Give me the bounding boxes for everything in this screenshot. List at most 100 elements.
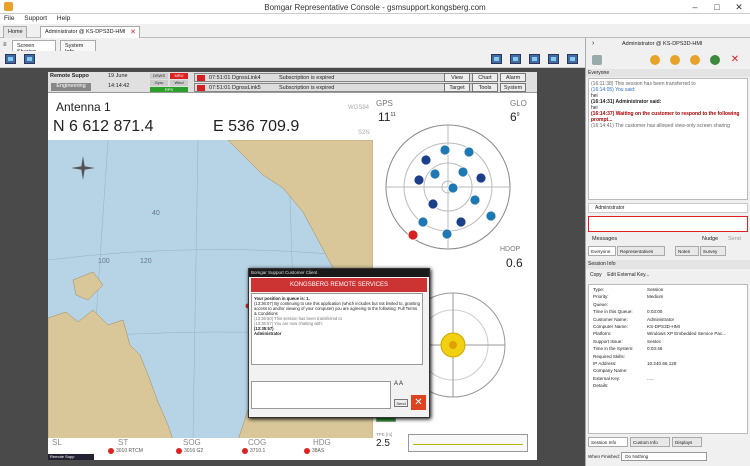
nudge-button[interactable]: Nudge <box>702 236 718 242</box>
chat-send-button[interactable]: Send <box>394 399 408 407</box>
target-button[interactable]: Target <box>444 83 470 92</box>
menu-file[interactable]: File <box>0 14 18 23</box>
chat-message-input[interactable] <box>251 381 391 409</box>
screen-share-icon[interactable] <box>5 54 16 64</box>
shield-icon[interactable] <box>592 55 602 65</box>
chat-close-icon[interactable]: ✕ <box>411 395 426 410</box>
info-key: Queue: <box>593 301 609 307</box>
satellite-marker <box>455 216 467 228</box>
remote-label: Remote Suppo <box>50 73 89 79</box>
chat-line: Administrator <box>254 331 282 336</box>
message-controls: Messages Nudge Send <box>588 235 748 245</box>
alarm-time: 07:51:01 <box>209 75 231 81</box>
info-row: Company Name: <box>591 368 745 375</box>
tab-notes[interactable]: Notes <box>675 246 699 256</box>
customer-chat-window: Bomgar Support Customer Client KONGSBERG… <box>248 268 430 418</box>
system-button[interactable]: System <box>500 83 526 92</box>
datum-label: WGS84 <box>348 105 370 111</box>
tab-custom-info[interactable]: Custom Info <box>630 437 670 447</box>
remote-date: 19 June <box>108 73 128 79</box>
close-button[interactable]: ✕ <box>728 0 750 14</box>
clipboard-icon[interactable] <box>510 54 521 64</box>
rep-chat-log: (16:11:38) This session has been transfe… <box>588 78 748 200</box>
north-coordinate: N 6 612 871.4 <box>53 118 154 135</box>
info-key: Company Name: <box>593 368 628 374</box>
tab-displays[interactable]: Displays <box>672 437 702 447</box>
collapse-icon[interactable]: › <box>592 40 594 47</box>
info-row: Priority: Medium <box>591 294 745 301</box>
menu-bar: File Support Help <box>0 14 750 24</box>
glo-sub: 9 <box>516 112 520 118</box>
chat-header-banner: KONGSBERG REMOTE SERVICES <box>251 278 427 292</box>
satellite-marker <box>475 172 487 184</box>
hamburger-icon[interactable]: ≡ <box>3 42 7 48</box>
session-info-table: Type: Session Priority: Medium Queue: Time in… <box>588 284 748 434</box>
menu-help[interactable]: Help <box>53 14 74 23</box>
monitor-icon[interactable] <box>529 54 540 64</box>
chat-line: (16:14:37) Waiting on the customer to re… <box>591 111 740 123</box>
chat-participant[interactable]: Administrator <box>588 203 748 213</box>
copy-button[interactable]: Copy <box>590 272 602 278</box>
alarm-row[interactable]: 07:51:01 DgnssLink4 Subscription is expi… <box>194 73 484 82</box>
tab-session-info[interactable]: Session Info <box>588 437 628 447</box>
alarm-row[interactable]: 07:51:01 DgnssLink5 Subscription is expi… <box>194 83 484 92</box>
info-row: External Key:...... <box>591 376 745 383</box>
tab-session-label: Administrator @ KS-DPS3D-HMI <box>45 29 126 35</box>
alarm-button[interactable]: Alarm <box>500 73 526 82</box>
edit-external-key-button[interactable]: Edit External Key... <box>607 272 649 278</box>
east-coordinate: E 536 709.9 <box>213 118 300 135</box>
cog-value: 3710.1 <box>250 448 266 454</box>
scale-icon[interactable] <box>567 54 578 64</box>
grid-label: 40 <box>152 210 160 217</box>
window-title: Bomgar Representative Console - gsmsuppo… <box>264 3 486 12</box>
remote-screen[interactable]: Remote Suppo 19 June 14:14:42 Engineerin… <box>48 72 537 460</box>
remote-taskbar-label: Remote Supp <box>48 454 94 460</box>
tools-button[interactable]: Tools <box>472 83 498 92</box>
messages-toggle[interactable]: Messages <box>592 236 617 242</box>
font-size-buttons[interactable]: A A <box>394 381 403 387</box>
info-row: Type: Session <box>591 287 745 294</box>
send-button[interactable]: Send <box>728 236 741 242</box>
minimize-button[interactable]: – <box>684 0 706 14</box>
maximize-button[interactable]: □ <box>706 0 728 14</box>
info-tabs: Session Info Custom Info Displays <box>588 437 748 447</box>
info-value: Medium <box>647 294 664 300</box>
info-value: 10.240.66.128 <box>647 360 677 366</box>
tab-everyone[interactable]: Everyone <box>588 246 616 256</box>
info-key: IP Address: <box>593 360 617 366</box>
sl-label: SL <box>52 438 62 447</box>
tab-representatives[interactable]: Representatives <box>617 246 665 256</box>
tab-session[interactable]: Administrator @ KS-DPS3D-HMI ✕ <box>40 26 140 38</box>
chart-button[interactable]: Chart <box>472 73 498 82</box>
grid-label: 100 <box>98 258 110 265</box>
special-actions-icon[interactable] <box>491 54 502 64</box>
tab-screen-sharing[interactable]: Screen Sharing <box>12 40 56 55</box>
view-button[interactable]: View <box>444 73 470 82</box>
session-tabs: Home Administrator @ KS-DPS3D-HMI ✕ <box>0 24 750 38</box>
when-finished-select[interactable]: Do Nothing <box>621 452 708 461</box>
rep-message-input[interactable] <box>588 216 748 232</box>
info-key: Type: <box>593 287 605 292</box>
st-value: 3010 RTCM <box>116 448 143 454</box>
request-control-icon[interactable] <box>24 54 35 64</box>
satellite-marker <box>447 182 459 194</box>
close-tab-icon[interactable]: ✕ <box>130 28 136 36</box>
satellite-skyplot <box>385 124 511 250</box>
info-key: Platform: <box>593 331 612 337</box>
status-dot-icon <box>304 448 310 454</box>
menu-support[interactable]: Support <box>20 14 51 23</box>
info-row: IP Address: 10.240.66.128 <box>591 361 745 368</box>
end-session-icon[interactable]: ✕ <box>730 55 740 65</box>
link-icon[interactable] <box>710 55 720 65</box>
alarm-icon <box>197 75 205 81</box>
info-key: Details: <box>593 383 609 389</box>
tab-survey[interactable]: Survey <box>700 246 726 256</box>
tab-home[interactable]: Home <box>3 26 27 38</box>
share-icon[interactable] <box>690 55 700 65</box>
tab-system-info[interactable]: System Info <box>60 40 96 55</box>
invite-rep-icon[interactable] <box>650 55 660 65</box>
hdg-value: 38AS <box>312 448 325 454</box>
info-value: KS-DPS3D-HMI <box>647 323 680 329</box>
fullscreen-icon[interactable] <box>548 54 559 64</box>
transfer-icon[interactable] <box>670 55 680 65</box>
